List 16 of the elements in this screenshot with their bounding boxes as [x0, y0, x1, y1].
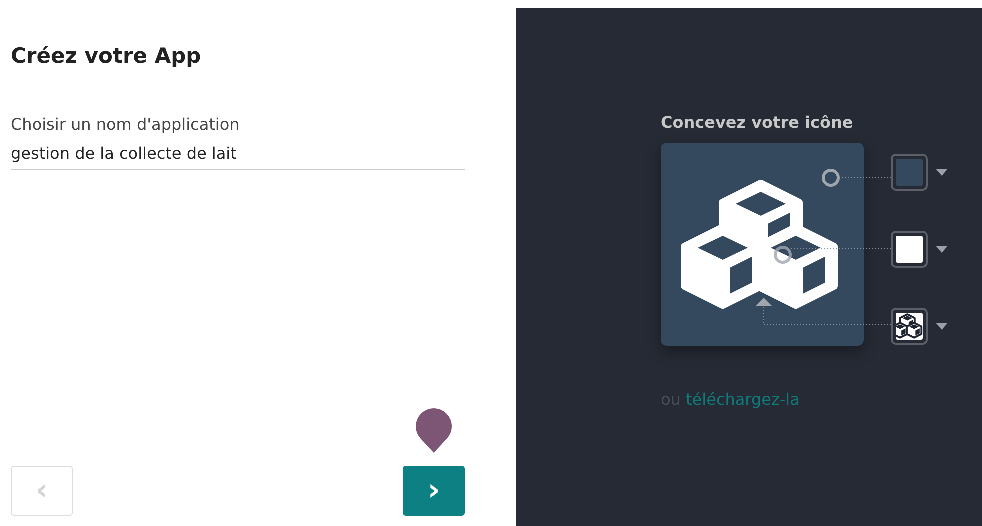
upload-link[interactable]: téléchargez-la [686, 390, 800, 409]
section-heading: Concevez votre icône [661, 113, 854, 132]
cubes-icon [681, 180, 838, 309]
pin-icon [416, 406, 452, 454]
icon-handle[interactable] [756, 298, 772, 306]
page-title: Créez votre App [11, 44, 202, 68]
color-swatch[interactable] [891, 231, 928, 268]
color-swatch[interactable] [891, 154, 928, 191]
caret-icon[interactable] [936, 169, 948, 176]
caret-icon[interactable] [936, 246, 948, 253]
field-label: Choisir un nom d'application [11, 115, 241, 134]
caret-icon[interactable] [936, 323, 948, 330]
next-button[interactable]: › [403, 466, 465, 516]
icon-swatch[interactable] [891, 308, 928, 345]
color-handle[interactable] [774, 246, 792, 264]
background-handle[interactable] [822, 169, 840, 187]
